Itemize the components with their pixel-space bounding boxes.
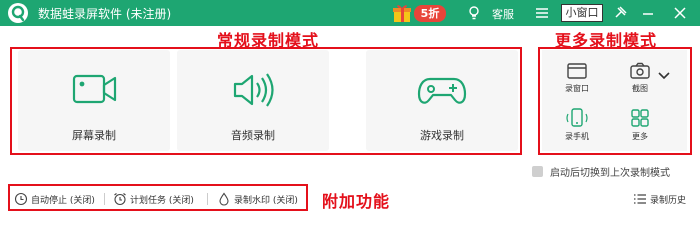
screen-record-label: 屏幕录制 (72, 129, 116, 142)
auto-stop-label: 自动停止 (关闭) (31, 196, 95, 206)
divider (104, 193, 105, 205)
auto-stop-button[interactable]: 自动停止 (关闭) (14, 192, 102, 206)
more-tools-label: 更多 (632, 132, 648, 141)
app-logo-icon (8, 3, 28, 23)
video-camera-icon (72, 74, 117, 104)
phone-record-label: 录手机 (565, 132, 589, 141)
game-record-label: 游戏录制 (420, 129, 464, 142)
app-title: 数据蛙录屏软件 (未注册) (38, 7, 172, 21)
mini-window-button[interactable]: 小窗口 (561, 4, 603, 22)
clock-icon (14, 192, 28, 206)
scheduled-task-button[interactable]: 计划任务 (关闭) (113, 192, 205, 206)
chevron-down-icon[interactable] (658, 66, 670, 80)
grid-icon (631, 109, 649, 127)
pin-icon[interactable] (612, 4, 630, 22)
list-icon (634, 194, 646, 204)
alarm-clock-icon (114, 193, 126, 206)
screenshot-label: 截图 (632, 84, 648, 93)
scheduled-task-label: 计划任务 (关闭) (130, 196, 194, 206)
window-record-label: 录窗口 (565, 84, 589, 93)
title-bar: 数据蛙录屏软件 (未注册) 5折 客服 小窗口 (0, 0, 700, 26)
window-record-button[interactable]: 录窗口 (557, 62, 597, 94)
camera-icon (630, 62, 650, 79)
watermark-label: 录制水印 (关闭) (234, 196, 298, 206)
speaker-icon (233, 73, 274, 107)
watermark-button[interactable]: 录制水印 (关闭) (217, 192, 307, 206)
record-history-label: 录制历史 (650, 196, 687, 206)
screen-record-card[interactable]: 屏幕录制 (18, 50, 170, 151)
menu-icon[interactable] (533, 4, 551, 22)
customer-service-link[interactable]: 客服 (492, 6, 514, 22)
switch-last-mode-checkbox[interactable] (532, 166, 543, 177)
audio-record-label: 音频录制 (231, 129, 275, 142)
discount-badge[interactable]: 5折 (414, 5, 446, 22)
annotation-extra-features: 附加功能 (322, 192, 391, 211)
window-icon (567, 63, 587, 79)
gift-icon[interactable] (391, 2, 413, 24)
gamepad-icon (417, 77, 467, 104)
game-record-card[interactable]: 游戏录制 (366, 50, 518, 151)
minimize-icon[interactable] (639, 4, 657, 22)
lightbulb-icon[interactable] (465, 4, 483, 22)
audio-record-card[interactable]: 音频录制 (177, 50, 329, 151)
close-icon[interactable] (671, 4, 689, 22)
phone-icon (566, 108, 588, 127)
divider (207, 193, 208, 205)
screenshot-button[interactable]: 截图 (620, 62, 660, 94)
more-tools-button[interactable]: 更多 (620, 108, 660, 142)
switch-last-mode-label: 启动后切换到上次录制模式 (550, 168, 670, 179)
water-drop-icon (219, 192, 229, 206)
phone-record-button[interactable]: 录手机 (557, 108, 597, 142)
